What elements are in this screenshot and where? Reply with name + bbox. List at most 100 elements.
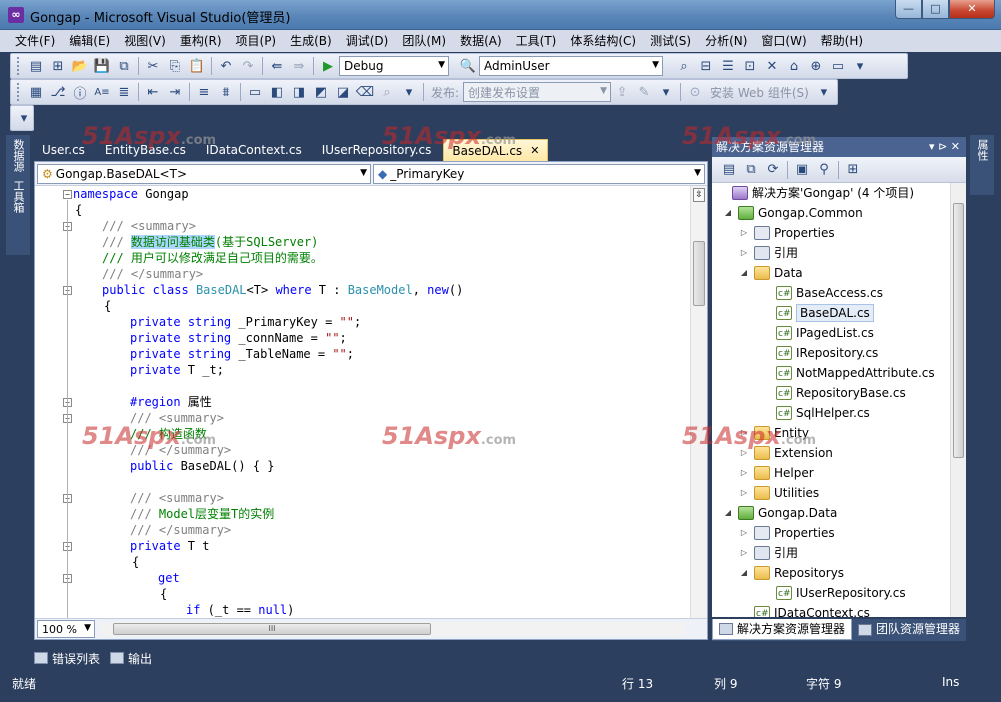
properties-icon[interactable]: ▤ [718, 160, 740, 180]
show-all-files-icon[interactable]: ⧉ [740, 160, 762, 180]
scrollbar-thumb[interactable]: III [113, 623, 431, 635]
solution-configuration-select[interactable]: Debug ▼ [339, 56, 449, 76]
copy-icon[interactable]: ⎘ [164, 56, 186, 76]
toggle-bookmark-icon[interactable]: ▭ [244, 82, 266, 102]
object-browser-icon[interactable]: ⊡ [739, 56, 761, 76]
tree-item-file[interactable]: NotMappedAttribute.cs [760, 363, 935, 384]
publish-web-icon[interactable]: ⇪ [611, 82, 633, 102]
expand-arrow-icon[interactable]: ▷ [738, 483, 750, 503]
tree-item-references[interactable]: ▷ 引用 [738, 243, 798, 263]
tree-item-project[interactable]: ◢ Gongap.Common [722, 203, 863, 223]
next-bookmark-folder-icon[interactable]: ◪ [332, 82, 354, 102]
menu-analyze[interactable]: 分析(N) [698, 31, 754, 51]
menu-view[interactable]: 视图(V) [117, 31, 173, 51]
tree-item-properties[interactable]: ▷ Properties [738, 223, 835, 243]
output-tab[interactable]: 输出 [110, 650, 152, 667]
toolbar-grip[interactable] [17, 83, 21, 101]
toolbar-options-icon[interactable]: ▾ [655, 82, 677, 102]
collapse-arrow-icon[interactable]: ◢ [722, 203, 734, 223]
member-dropdown[interactable]: ◆ _PrimaryKey ▼ [373, 164, 705, 184]
tree-item-folder[interactable]: ◢ Repositorys [738, 563, 844, 583]
redo-icon[interactable]: ↷ [237, 56, 259, 76]
properties-window-icon[interactable]: ☰ [717, 56, 739, 76]
menu-team[interactable]: 团队(M) [395, 31, 453, 51]
close-button[interactable]: ✕ [949, 0, 995, 19]
find-in-files-icon[interactable]: ⌕ [673, 56, 695, 76]
menu-file[interactable]: 文件(F) [8, 31, 62, 51]
toolbar-options-icon[interactable]: ▾ [849, 56, 871, 76]
find-icon[interactable]: 🔍 [457, 56, 479, 76]
toolbox-tab[interactable]: 工具箱 [6, 176, 30, 217]
paste-icon[interactable]: 📋 [186, 56, 208, 76]
find-symbol-icon[interactable]: ⌕ [376, 82, 398, 102]
menu-project[interactable]: 项目(P) [229, 31, 284, 51]
collapse-arrow-icon[interactable]: ◢ [738, 263, 750, 283]
menu-debug[interactable]: 调试(D) [339, 31, 396, 51]
command-window-icon[interactable]: ▭ [827, 56, 849, 76]
tree-item-references[interactable]: ▷ 引用 [738, 543, 798, 563]
menu-build[interactable]: 生成(B) [283, 31, 339, 51]
menu-data[interactable]: 数据(A) [453, 31, 509, 51]
expand-arrow-icon[interactable]: ▷ [738, 223, 750, 243]
open-file-icon[interactable]: 📂 [69, 56, 91, 76]
collapse-arrow-icon[interactable]: ◢ [722, 503, 734, 523]
expand-arrow-icon[interactable]: ▷ [738, 543, 750, 563]
minimize-button[interactable]: — [895, 0, 922, 19]
server-explorer-tab[interactable]: 数据源 [6, 135, 30, 176]
tree-item-file[interactable]: SqlHelper.cs [760, 403, 870, 424]
editor-horizontal-scrollbar[interactable]: III [101, 622, 685, 636]
clear-bookmarks-icon[interactable]: ⌫ [354, 82, 376, 102]
tree-item-file[interactable]: IRepository.cs [760, 343, 878, 364]
refresh-icon[interactable]: ⟳ [762, 160, 784, 180]
menu-architecture[interactable]: 体系结构(C) [563, 31, 643, 51]
panel-controls[interactable]: ▾ ⊳ ✕ [929, 137, 960, 157]
menu-refactor[interactable]: 重构(R) [173, 31, 229, 51]
next-bookmark-icon[interactable]: ◨ [288, 82, 310, 102]
code-area[interactable]: − − − − − − − − namespace Gongap { /// <… [35, 186, 690, 618]
collapse-arrow-icon[interactable]: ◢ [738, 563, 750, 583]
parameter-info-icon[interactable]: ⎇ [47, 82, 69, 102]
add-item-icon[interactable]: ⊞ [47, 56, 69, 76]
tree-item-properties[interactable]: ▷ Properties [738, 523, 835, 543]
tree-item-file[interactable]: IDataContext.cs [738, 603, 870, 617]
properties-tab[interactable]: 属性 [970, 135, 994, 165]
tree-item-file[interactable]: IPagedList.cs [760, 323, 874, 344]
menu-window[interactable]: 窗口(W) [754, 31, 813, 51]
navigate-forward-icon[interactable]: ⇛ [288, 56, 310, 76]
increase-indent-icon[interactable]: ⇥ [164, 82, 186, 102]
menu-edit[interactable]: 编辑(E) [62, 31, 117, 51]
extension-manager-icon[interactable]: ⊕ [805, 56, 827, 76]
view-class-diagram-icon[interactable]: ⊞ [842, 160, 864, 180]
toolbox-icon[interactable]: ✕ [761, 56, 783, 76]
menu-help[interactable]: 帮助(H) [814, 31, 870, 51]
solution-explorer-icon[interactable]: ⊟ [695, 56, 717, 76]
new-project-icon[interactable]: ▤ [25, 56, 47, 76]
tree-item-folder[interactable]: ▷ Utilities [738, 483, 819, 503]
view-designer-icon[interactable]: ⚲ [813, 160, 835, 180]
maximize-button[interactable]: □ [922, 0, 949, 19]
menu-tools[interactable]: 工具(T) [509, 31, 564, 51]
publish-settings-icon[interactable]: ✎ [633, 82, 655, 102]
cut-icon[interactable]: ✂ [142, 56, 164, 76]
expand-arrow-icon[interactable]: ▷ [738, 523, 750, 543]
tree-item-folder[interactable]: ▷ Helper [738, 463, 814, 483]
toolbar-options-icon[interactable]: ▾ [17, 108, 31, 128]
tree-item-folder[interactable]: ◢ Data [738, 263, 803, 283]
toolbar-options-icon[interactable]: ▾ [398, 82, 420, 102]
tree-item-project[interactable]: ◢ Gongap.Data [722, 503, 837, 523]
tab-solution-explorer[interactable]: 解决方案资源管理器 [712, 619, 852, 640]
object-members-icon[interactable]: ▦ [25, 82, 47, 102]
find-combo[interactable]: AdminUser ▼ [479, 56, 663, 76]
solution-vertical-scrollbar[interactable] [950, 183, 966, 617]
expand-arrow-icon[interactable]: ▷ [738, 243, 750, 263]
quick-info-icon[interactable]: ⓘ [69, 82, 91, 102]
zoom-select[interactable]: 100 % ▼ [37, 620, 95, 638]
fold-toggle[interactable]: − [63, 190, 72, 199]
previous-bookmark-folder-icon[interactable]: ◩ [310, 82, 332, 102]
complete-word-icon[interactable]: A≡ [91, 82, 113, 102]
previous-bookmark-icon[interactable]: ◧ [266, 82, 288, 102]
toolbar-grip[interactable] [17, 57, 21, 75]
view-code-icon[interactable]: ▣ [791, 160, 813, 180]
start-page-icon[interactable]: ⌂ [783, 56, 805, 76]
publish-profile-select[interactable]: 创建发布设置 ▼ [463, 82, 612, 102]
